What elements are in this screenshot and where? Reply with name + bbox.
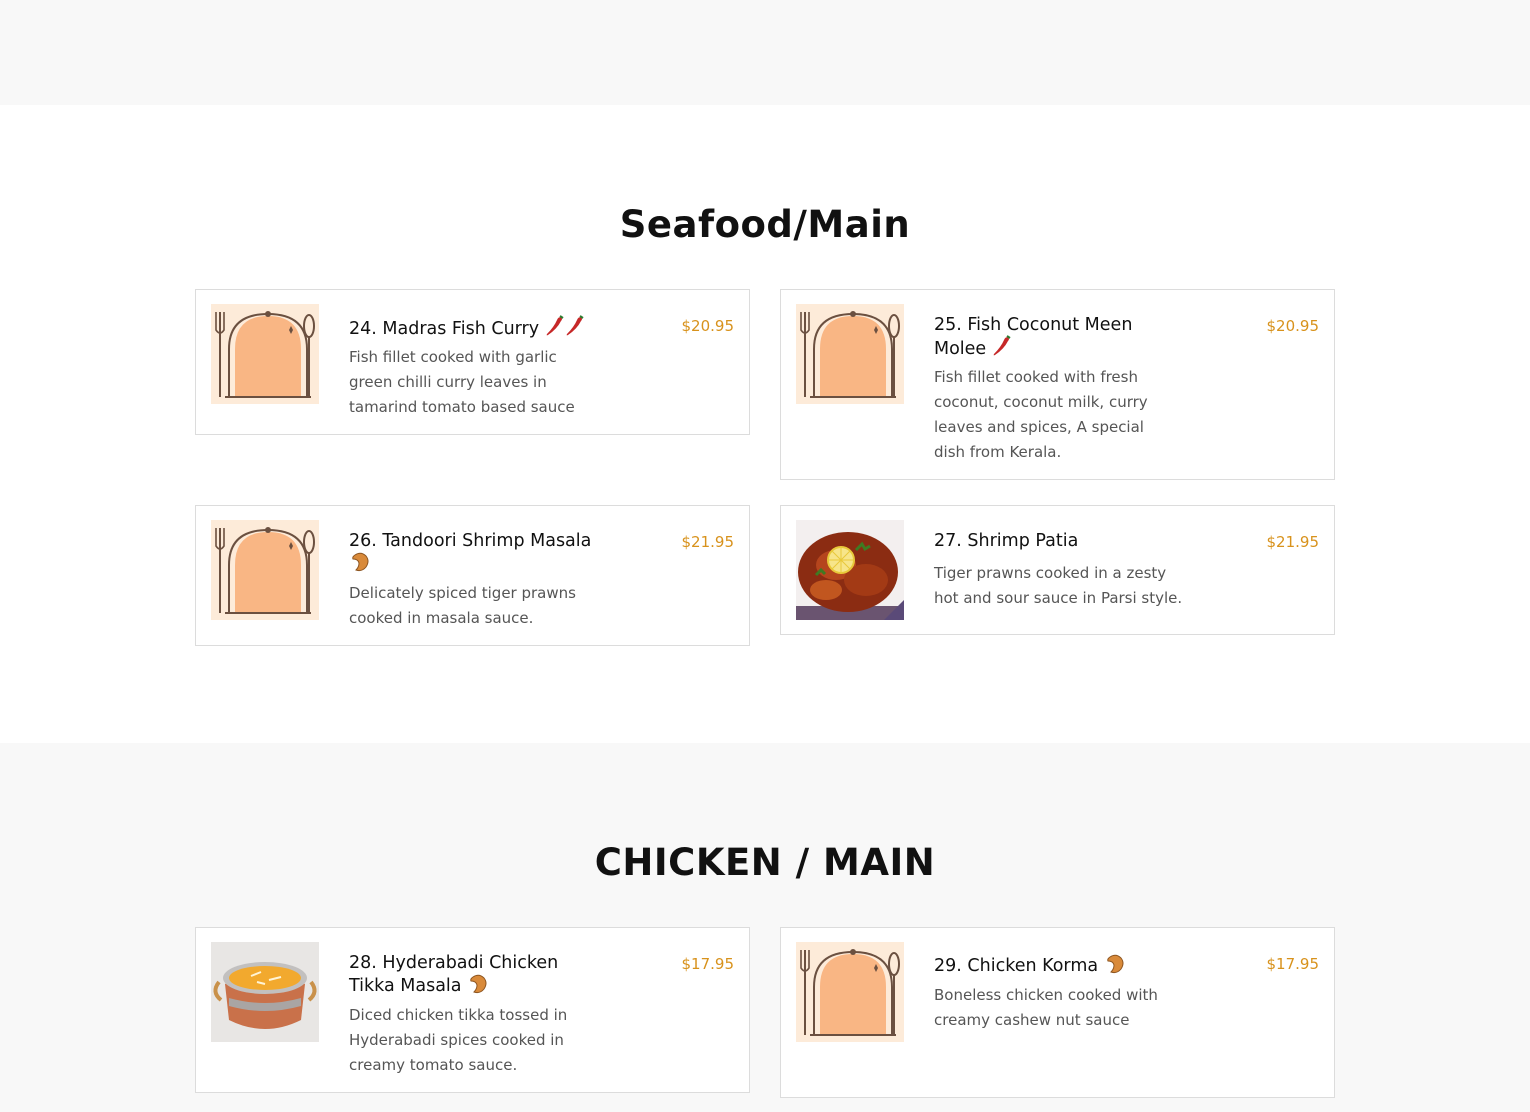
item-description: Tiger prawns cooked in a zesty hot and s…	[934, 564, 1183, 607]
item-name: 28. Hyderabadi Chicken Tikka Masala	[349, 953, 599, 1000]
item-price: $17.95	[1266, 955, 1320, 973]
cashew-icon	[467, 973, 489, 1000]
curry-pot-photo	[211, 942, 319, 1042]
cashew-icon	[349, 551, 371, 578]
item-name: 26. Tandoori Shrimp Masala	[349, 531, 599, 578]
item-description: Diced chicken tikka tossed in Hyderabadi…	[349, 1006, 568, 1074]
shrimp-photo	[796, 520, 904, 620]
item-description: Delicately spiced tiger prawns cooked in…	[349, 584, 576, 627]
item-description: Boneless chicken cooked with creamy cash…	[934, 986, 1158, 1029]
menu-item-card[interactable]: 27. Shrimp Patia $21.95 Tiger prawns coo…	[780, 505, 1335, 635]
cashew-icon	[1104, 953, 1126, 980]
menu-item-card[interactable]: 28. Hyderabadi Chicken Tikka Masala $17.…	[195, 927, 750, 1093]
placeholder-dish-icon	[796, 304, 904, 404]
top-band	[0, 0, 1530, 105]
item-price: $21.95	[1266, 533, 1320, 551]
chili-icon	[992, 335, 1012, 362]
item-name-text: 25. Fish Coconut Meen Molee	[934, 315, 1133, 359]
menu-item-card[interactable]: 26. Tandoori Shrimp Masala $21.95 Delica…	[195, 505, 750, 646]
chili-icon	[545, 315, 565, 342]
menu-item-card[interactable]: 25. Fish Coconut Meen Molee $20.95 Fish …	[780, 289, 1335, 480]
item-description: Fish fillet cooked with garlic green chi…	[349, 348, 575, 416]
item-name: 24. Madras Fish Curry	[349, 315, 599, 342]
section-title-chicken: CHICKEN / MAIN	[594, 841, 936, 884]
item-name-text: 28. Hyderabadi Chicken Tikka Masala	[349, 953, 559, 996]
chili-icon	[565, 315, 585, 342]
placeholder-dish-icon	[211, 520, 319, 620]
item-name-text: 27. Shrimp Patia	[934, 531, 1079, 551]
item-name-text: 29. Chicken Korma	[934, 956, 1099, 976]
placeholder-dish-icon	[796, 942, 904, 1042]
item-description: Fish fillet cooked with fresh coconut, c…	[934, 368, 1148, 461]
seafood-section: Seafood/Main 24. Madras Fish Curry $20.9…	[0, 105, 1530, 743]
section-title-seafood: Seafood/Main	[619, 203, 911, 246]
item-name: 25. Fish Coconut Meen Molee	[934, 315, 1184, 362]
menu-item-card[interactable]: 29. Chicken Korma $17.95 Boneless chicke…	[780, 927, 1335, 1098]
item-price: $20.95	[681, 317, 735, 335]
item-name-text: 26. Tandoori Shrimp Masala	[349, 531, 592, 551]
item-name: 29. Chicken Korma	[934, 953, 1184, 980]
item-price: $21.95	[681, 533, 735, 551]
item-price: $20.95	[1266, 317, 1320, 335]
chicken-section: CHICKEN / MAIN 28. Hyderabadi Chicken Ti…	[0, 743, 1530, 1112]
item-name: 27. Shrimp Patia	[934, 531, 1184, 551]
placeholder-dish-icon	[211, 304, 319, 404]
menu-item-card[interactable]: 24. Madras Fish Curry $20.95 Fish fillet…	[195, 289, 750, 435]
item-name-text: 24. Madras Fish Curry	[349, 319, 540, 339]
item-price: $17.95	[681, 955, 735, 973]
